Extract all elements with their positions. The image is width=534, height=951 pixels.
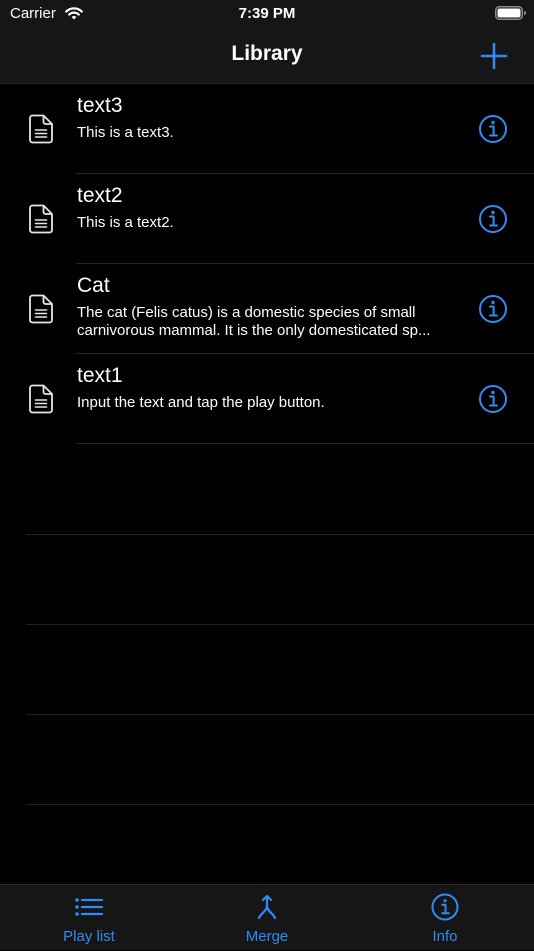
tab-label: Merge	[245, 928, 289, 945]
item-subtitle: This is a text3.	[77, 124, 174, 141]
plus-icon	[480, 42, 508, 70]
page-title: Library	[231, 42, 303, 65]
status-bar: Carrier 7:39 PM	[0, 0, 534, 28]
list-item[interactable]: text2 This is a text2.	[0, 174, 534, 264]
item-title: text3	[77, 94, 123, 117]
empty-row-separator	[26, 804, 534, 805]
list-item[interactable]: text3 This is a text3.	[0, 84, 534, 174]
item-subtitle: This is a text2.	[77, 214, 174, 231]
document-icon	[29, 204, 53, 234]
tab-label: Info	[432, 928, 458, 945]
item-title: text1	[77, 364, 123, 387]
add-button[interactable]	[476, 38, 512, 74]
tab-merge[interactable]: Merge	[178, 885, 356, 951]
item-title: Cat	[77, 274, 110, 297]
status-time: 7:39 PM	[238, 5, 296, 22]
document-icon	[29, 114, 53, 144]
tab-bar: Play list Merge Info	[0, 884, 534, 950]
list-item[interactable]: Cat The cat (Felis catus) is a domestic …	[0, 264, 534, 354]
tab-info[interactable]: Info	[356, 885, 534, 951]
tab-label: Play list	[63, 928, 115, 945]
item-subtitle: The cat (Felis catus) is a domestic spec…	[77, 304, 431, 339]
info-button[interactable]	[477, 383, 509, 415]
empty-row-separator	[26, 624, 534, 625]
empty-row-separator	[26, 714, 534, 715]
tab-play-list[interactable]: Play list	[0, 885, 178, 951]
info-circle-icon	[479, 115, 507, 143]
list-item[interactable]: text1 Input the text and tap the play bu…	[0, 354, 534, 444]
item-title: text2	[77, 184, 123, 207]
info-circle-icon	[479, 205, 507, 233]
battery-full-icon	[495, 6, 526, 20]
info-circle-icon	[431, 893, 459, 921]
empty-row-separator	[26, 534, 534, 535]
document-icon	[29, 294, 53, 324]
info-button[interactable]	[477, 293, 509, 325]
row-separator	[76, 443, 534, 444]
list-icon	[75, 898, 104, 916]
item-subtitle: Input the text and tap the play button.	[77, 394, 325, 411]
navigation-bar: Library	[0, 28, 534, 84]
info-circle-icon	[479, 385, 507, 413]
info-circle-icon	[479, 295, 507, 323]
info-button[interactable]	[477, 203, 509, 235]
merge-icon	[257, 894, 277, 920]
document-icon	[29, 384, 53, 414]
info-button[interactable]	[477, 113, 509, 145]
